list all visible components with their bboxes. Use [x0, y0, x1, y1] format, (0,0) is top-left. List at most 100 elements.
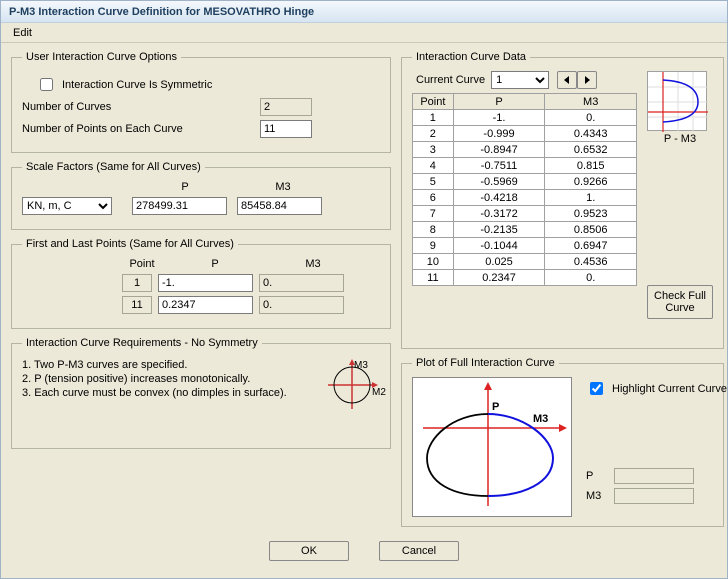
label-readout-p: P — [586, 470, 614, 482]
group-requirements: Interaction Curve Requirements - No Symm… — [11, 337, 391, 449]
triangle-right-icon — [583, 76, 591, 84]
hdr-fl-m3: M3 — [268, 258, 358, 270]
cell-p[interactable]: -0.3172 — [453, 206, 545, 222]
cell-point: 1 — [413, 110, 454, 126]
group-first-last: First and Last Points (Same for All Curv… — [11, 238, 391, 329]
table-row[interactable]: 1-1.0. — [413, 110, 637, 126]
menu-edit[interactable]: Edit — [7, 25, 38, 41]
cell-p[interactable]: 0.2347 — [453, 270, 545, 286]
table-row[interactable]: 8-0.21350.8506 — [413, 222, 637, 238]
label-highlight[interactable]: Highlight Current Curve — [612, 383, 727, 395]
cell-m3[interactable]: 0.6532 — [545, 142, 637, 158]
cell-p[interactable]: 0.025 — [453, 254, 545, 270]
cell-point: 6 — [413, 190, 454, 206]
label-symmetric[interactable]: Interaction Curve Is Symmetric — [62, 79, 212, 91]
full-plot: P M3 — [412, 377, 572, 517]
cell-p[interactable]: -0.8947 — [453, 142, 545, 158]
field-fl-r2-m3 — [259, 296, 344, 314]
mini-plot-label: P - M3 — [647, 133, 713, 145]
cell-p[interactable]: -0.7511 — [453, 158, 545, 174]
field-fl-r2-point — [122, 296, 152, 314]
requirements-diagram: M3 M2 — [324, 357, 380, 438]
cell-m3[interactable]: 0. — [545, 270, 637, 286]
hdr-fl-p: P — [162, 258, 268, 270]
dialog-window: P-M3 Interaction Curve Definition for ME… — [0, 0, 728, 579]
cell-point: 9 — [413, 238, 454, 254]
legend-curve-data: Interaction Curve Data — [412, 51, 530, 63]
left-column: User Interaction Curve Options Interacti… — [11, 51, 391, 535]
cell-m3[interactable]: 0.9523 — [545, 206, 637, 222]
field-scale-p[interactable] — [132, 197, 227, 215]
curve-data-table[interactable]: Point P M3 1-1.0.2-0.9990.43433-0.89470.… — [412, 93, 637, 286]
window-title: P-M3 Interaction Curve Definition for ME… — [9, 6, 314, 18]
cell-m3[interactable]: 0.4343 — [545, 126, 637, 142]
table-row[interactable]: 2-0.9990.4343 — [413, 126, 637, 142]
svg-text:P: P — [492, 401, 499, 413]
dropdown-current-curve[interactable]: 1 — [491, 71, 549, 89]
cell-p[interactable]: -0.4218 — [453, 190, 545, 206]
mini-plot — [647, 71, 707, 131]
cell-m3[interactable]: 0.8506 — [545, 222, 637, 238]
legend-scale-factors: Scale Factors (Same for All Curves) — [22, 161, 205, 173]
field-fl-r1-p[interactable] — [158, 274, 253, 292]
dialog-buttons: OK Cancel — [11, 541, 717, 561]
readout-p-value — [614, 468, 694, 484]
field-num-points[interactable] — [260, 120, 312, 138]
svg-text:M3: M3 — [533, 413, 548, 425]
table-row[interactable]: 5-0.59690.9266 — [413, 174, 637, 190]
legend-full-plot: Plot of Full Interaction Curve — [412, 357, 559, 369]
table-row[interactable]: 110.23470. — [413, 270, 637, 286]
cell-point: 2 — [413, 126, 454, 142]
cell-m3[interactable]: 0.9266 — [545, 174, 637, 190]
legend-user-options: User Interaction Curve Options — [22, 51, 181, 63]
field-num-curves — [260, 98, 312, 116]
table-row[interactable]: 7-0.31720.9523 — [413, 206, 637, 222]
cell-m3[interactable]: 0. — [545, 110, 637, 126]
cell-p[interactable]: -0.2135 — [453, 222, 545, 238]
next-curve-button[interactable] — [577, 71, 597, 89]
cell-m3[interactable]: 0.4536 — [545, 254, 637, 270]
cancel-button[interactable]: Cancel — [379, 541, 459, 561]
label-readout-m3: M3 — [586, 490, 614, 502]
hdr-fl-point: Point — [122, 258, 162, 270]
legend-requirements: Interaction Curve Requirements - No Symm… — [22, 337, 262, 349]
label-current-curve: Current Curve — [416, 74, 485, 86]
col-p: P — [453, 94, 545, 110]
readout-m3-value — [614, 488, 694, 504]
cell-point: 8 — [413, 222, 454, 238]
cell-m3[interactable]: 0.6947 — [545, 238, 637, 254]
cell-point: 10 — [413, 254, 454, 270]
field-scale-m3[interactable] — [237, 197, 322, 215]
client-area: User Interaction Curve Options Interacti… — [1, 43, 727, 578]
checkbox-highlight[interactable] — [590, 382, 603, 395]
dropdown-units[interactable]: KN, m, C — [22, 197, 112, 215]
right-column: Interaction Curve Data Current Curve 1 — [401, 51, 724, 535]
table-row[interactable]: 4-0.75110.815 — [413, 158, 637, 174]
menu-bar: Edit — [1, 23, 727, 43]
field-fl-r1-m3 — [259, 274, 344, 292]
cell-p[interactable]: -0.5969 — [453, 174, 545, 190]
cell-p[interactable]: -0.999 — [453, 126, 545, 142]
legend-first-last: First and Last Points (Same for All Curv… — [22, 238, 238, 250]
cell-m3[interactable]: 0.815 — [545, 158, 637, 174]
table-row[interactable]: 9-0.10440.6947 — [413, 238, 637, 254]
req-item-1: 1. Two P-M3 curves are specified. — [22, 359, 316, 371]
hdr-scale-m3: M3 — [238, 181, 328, 193]
table-row[interactable]: 100.0250.4536 — [413, 254, 637, 270]
group-full-plot: Plot of Full Interaction Curve P — [401, 357, 724, 527]
ok-button[interactable]: OK — [269, 541, 349, 561]
hdr-scale-p: P — [132, 181, 238, 193]
check-full-curve-button[interactable]: Check Full Curve — [647, 285, 713, 319]
checkbox-symmetric[interactable] — [40, 78, 53, 91]
field-fl-r2-p[interactable] — [158, 296, 253, 314]
col-m3: M3 — [545, 94, 637, 110]
col-point: Point — [413, 94, 454, 110]
cell-point: 11 — [413, 270, 454, 286]
cell-m3[interactable]: 1. — [545, 190, 637, 206]
cell-point: 3 — [413, 142, 454, 158]
table-row[interactable]: 3-0.89470.6532 — [413, 142, 637, 158]
table-row[interactable]: 6-0.42181. — [413, 190, 637, 206]
cell-p[interactable]: -0.1044 — [453, 238, 545, 254]
cell-p[interactable]: -1. — [453, 110, 545, 126]
prev-curve-button[interactable] — [557, 71, 577, 89]
